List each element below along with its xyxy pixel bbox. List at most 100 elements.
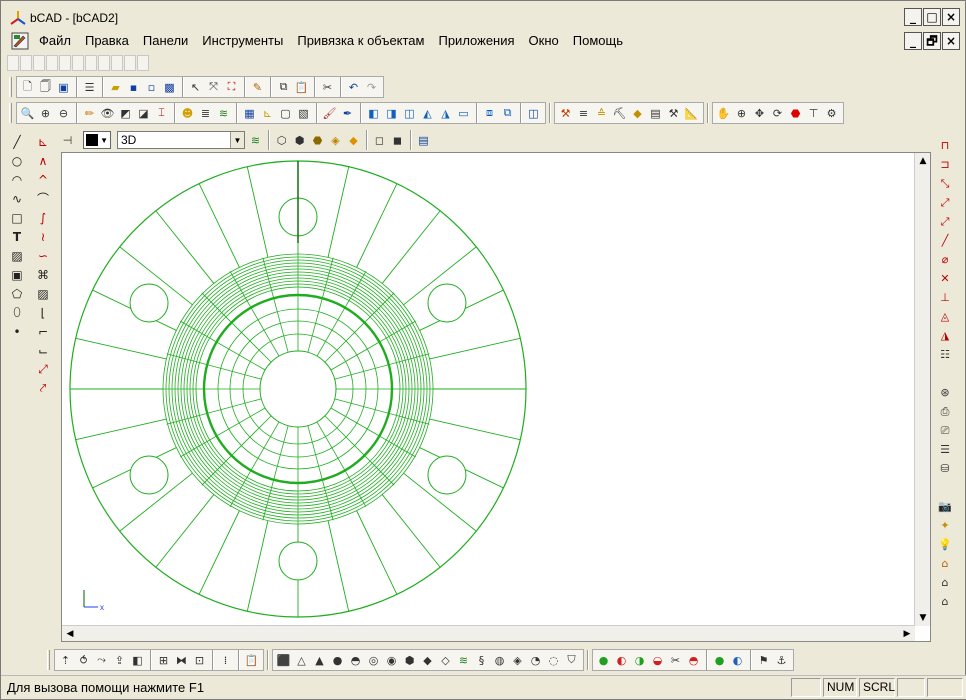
ortho-icon[interactable]: ⊾: [259, 104, 276, 122]
pyramid-icon[interactable]: △: [293, 651, 310, 669]
polygon-icon[interactable]: ⬠: [8, 284, 26, 303]
paint-icon[interactable]: ⛏: [611, 104, 628, 122]
shaded-icon[interactable]: ⬣: [309, 131, 326, 149]
doc-close-button[interactable]: ×: [942, 32, 960, 50]
scroll-left-icon[interactable]: ◀: [62, 626, 78, 642]
stack-icon[interactable]: ≡: [575, 104, 592, 122]
pin-icon[interactable]: ⊤: [805, 104, 822, 122]
document-icon[interactable]: [11, 32, 29, 50]
pin-toolbar-icon[interactable]: ⊣: [59, 131, 76, 149]
rotate-icon[interactable]: ⟳: [769, 104, 786, 122]
view-front-icon[interactable]: ◧: [365, 104, 382, 122]
house-icon[interactable]: ⌂: [935, 573, 955, 592]
render-cube-icon[interactable]: ◆: [345, 131, 362, 149]
snap-node-icon[interactable]: ⤢: [935, 193, 955, 212]
cut-scissors-icon[interactable]: ✂: [319, 78, 336, 96]
toolbar-grip[interactable]: [9, 103, 12, 123]
stop-icon[interactable]: ⬣: [787, 104, 804, 122]
menu-window[interactable]: Окно: [522, 33, 566, 51]
move-icon[interactable]: ✥: [751, 104, 768, 122]
wave-icon[interactable]: ∽: [34, 246, 52, 265]
copy-icon[interactable]: ⧉: [275, 78, 292, 96]
snap-line-icon[interactable]: ╱: [935, 231, 955, 250]
zoom-in-icon[interactable]: ⊕: [37, 104, 54, 122]
wedge-icon[interactable]: ◆: [419, 651, 436, 669]
curve-icon[interactable]: ⌒: [34, 189, 52, 208]
stack-layers-icon[interactable]: ☰: [935, 440, 955, 459]
scene-icon[interactable]: ⌂: [935, 554, 955, 573]
light-bulb-icon[interactable]: 💡: [935, 535, 955, 554]
house-settings-icon[interactable]: ⌂: [935, 592, 955, 611]
offset-icon[interactable]: ⤢: [34, 360, 52, 379]
intersect-icon[interactable]: ◑: [631, 651, 648, 669]
shaded-edges-icon[interactable]: ◈: [327, 131, 344, 149]
menu-help[interactable]: Помощь: [566, 33, 630, 51]
menu-applications[interactable]: Приложения: [431, 33, 521, 51]
combine-icon[interactable]: ◓: [685, 651, 702, 669]
camera-icon[interactable]: 📷: [935, 497, 955, 516]
snap-perpendicular-icon[interactable]: ⊥: [935, 288, 955, 307]
extend-icon[interactable]: ⤤: [34, 379, 52, 398]
eraser-icon[interactable]: ✎: [249, 78, 266, 96]
angle-alt-icon[interactable]: ^: [34, 170, 52, 189]
snap-intersection-icon[interactable]: ✕: [935, 269, 955, 288]
maximize-button[interactable]: □: [923, 8, 941, 26]
marker-icon[interactable]: ✒: [339, 104, 356, 122]
image-icon[interactable]: ▧: [295, 104, 312, 122]
minimize-button[interactable]: _: [904, 8, 922, 26]
doc-minimize-button[interactable]: _: [904, 32, 922, 50]
hatch-icon[interactable]: ▤: [647, 104, 664, 122]
database-icon[interactable]: ⛁: [935, 459, 955, 478]
grid-icon[interactable]: ▦: [241, 104, 258, 122]
zoom-icon[interactable]: ⊕: [733, 104, 750, 122]
render-icon[interactable]: ⚒: [557, 104, 574, 122]
rectangle-icon[interactable]: □: [8, 208, 26, 227]
torus-icon[interactable]: ◎: [365, 651, 382, 669]
bucket-icon[interactable]: ⛉: [563, 651, 580, 669]
new-window-icon[interactable]: 🗍: [37, 78, 54, 96]
hidden-lines-icon[interactable]: ⬢: [291, 131, 308, 149]
corner-icon[interactable]: ⌊: [34, 303, 52, 322]
prism-icon[interactable]: ⬢: [401, 651, 418, 669]
toolbar-grip[interactable]: [47, 650, 50, 670]
snap-tangent-icon[interactable]: ◬: [935, 307, 955, 326]
snap-endpoint-icon[interactable]: ⊓: [935, 136, 955, 155]
circle-icon[interactable]: ○: [8, 151, 26, 170]
snap-center-icon[interactable]: ⤡: [935, 174, 955, 193]
fillet-icon[interactable]: ⌐: [34, 322, 52, 341]
select-region-icon[interactable]: ⛶: [223, 78, 240, 96]
frame-icon[interactable]: ▢: [277, 104, 294, 122]
save-icon[interactable]: ▪: [125, 78, 142, 96]
box-icon[interactable]: ◻: [371, 131, 388, 149]
split-icon[interactable]: ◒: [649, 651, 666, 669]
view-mode-select[interactable]: 3D ▼: [117, 131, 245, 149]
cube-icon[interactable]: ⬛: [275, 651, 292, 669]
hollow-icon[interactable]: ◌: [545, 651, 562, 669]
layer-up-icon[interactable]: ≙: [593, 104, 610, 122]
cone-icon[interactable]: ▲: [311, 651, 328, 669]
split-view-icon[interactable]: ⧈: [481, 104, 498, 122]
zoom-out-icon[interactable]: ⊖: [55, 104, 72, 122]
anchor-icon[interactable]: ⚓: [773, 651, 790, 669]
align-icon[interactable]: ⊡: [191, 651, 208, 669]
snap-settings-icon[interactable]: ☷: [935, 345, 955, 364]
redo-icon[interactable]: ↷: [363, 78, 380, 96]
table-icon[interactable]: ◫: [525, 104, 542, 122]
layer-stack-icon[interactable]: ≋: [247, 131, 264, 149]
extrude-icon[interactable]: ⇡: [57, 651, 74, 669]
orbit-icon[interactable]: ⚙: [823, 104, 840, 122]
show-icon[interactable]: ◪: [135, 104, 152, 122]
loft-icon[interactable]: ⇪: [111, 651, 128, 669]
helix-icon[interactable]: §: [473, 651, 490, 669]
ruler-icon[interactable]: 📐: [683, 104, 700, 122]
hatch-pattern-icon[interactable]: ▤: [415, 131, 432, 149]
menu-panels[interactable]: Панели: [136, 33, 195, 51]
drawing-canvas[interactable]: x ▲ ▼ ◀ ▶: [61, 152, 931, 642]
snap-circle-icon[interactable]: ⌀: [935, 250, 955, 269]
pencil-icon[interactable]: ✏: [81, 104, 98, 122]
hemisphere-icon[interactable]: ◓: [347, 651, 364, 669]
union-icon[interactable]: ●: [595, 651, 612, 669]
zigzag-icon[interactable]: ≀: [34, 227, 52, 246]
vertical-scrollbar[interactable]: ▲ ▼: [914, 153, 930, 626]
view-left-icon[interactable]: ◫: [401, 104, 418, 122]
